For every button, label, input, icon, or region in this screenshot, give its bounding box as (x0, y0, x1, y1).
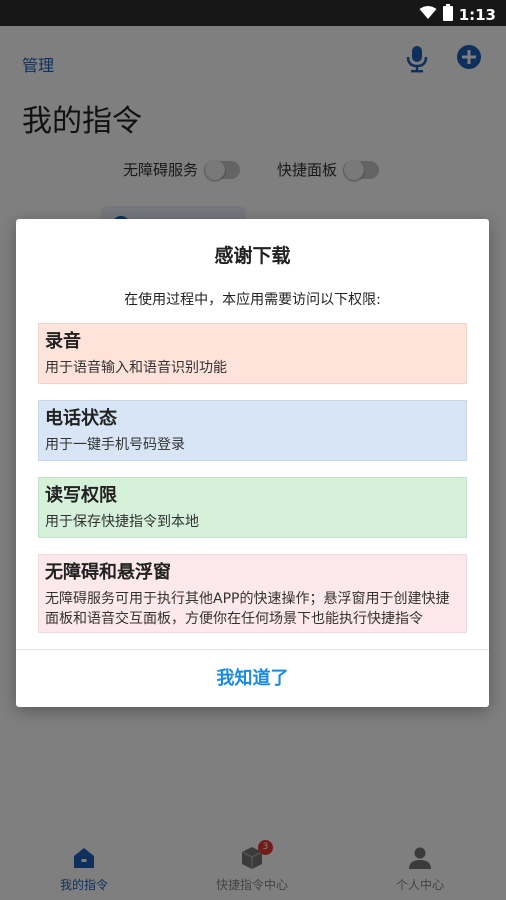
permission-desc: 无障碍服务可用于执行其他APP的快速操作；悬浮窗用于创建快捷面板和语音交互面板，… (45, 591, 450, 627)
permission-dialog: 感谢下载 在使用过程中，本应用需要访问以下权限: 录音 用于语音输入和语音识别功… (16, 219, 489, 707)
permission-title: 录音 (45, 331, 81, 352)
permission-desc: 用于语音输入和语音识别功能 (45, 360, 227, 376)
permission-card-storage: 读写权限 用于保存快捷指令到本地 (38, 477, 467, 538)
dialog-subtitle: 在使用过程中，本应用需要访问以下权限: (124, 292, 381, 308)
battery-icon (442, 4, 453, 25)
confirm-button[interactable]: 我知道了 (16, 650, 489, 707)
permission-title: 读写权限 (45, 485, 117, 506)
permission-card-record-audio: 录音 用于语音输入和语音识别功能 (38, 323, 467, 384)
permission-desc: 用于保存快捷指令到本地 (45, 514, 199, 530)
dialog-title: 感谢下载 (214, 245, 291, 267)
status-bar: 1:13 (0, 0, 506, 26)
permission-card-phone-state: 电话状态 用于一键手机号码登录 (38, 400, 467, 461)
permission-card-accessibility-overlay: 无障碍和悬浮窗 无障碍服务可用于执行其他APP的快速操作；悬浮窗用于创建快捷面板… (38, 554, 467, 633)
permission-title: 电话状态 (45, 408, 117, 429)
status-icons: 1:13 (419, 4, 496, 25)
wifi-icon (419, 5, 437, 24)
permission-title: 无障碍和悬浮窗 (45, 562, 171, 583)
permission-desc: 用于一键手机号码登录 (45, 437, 185, 453)
status-time: 1:13 (458, 5, 496, 24)
